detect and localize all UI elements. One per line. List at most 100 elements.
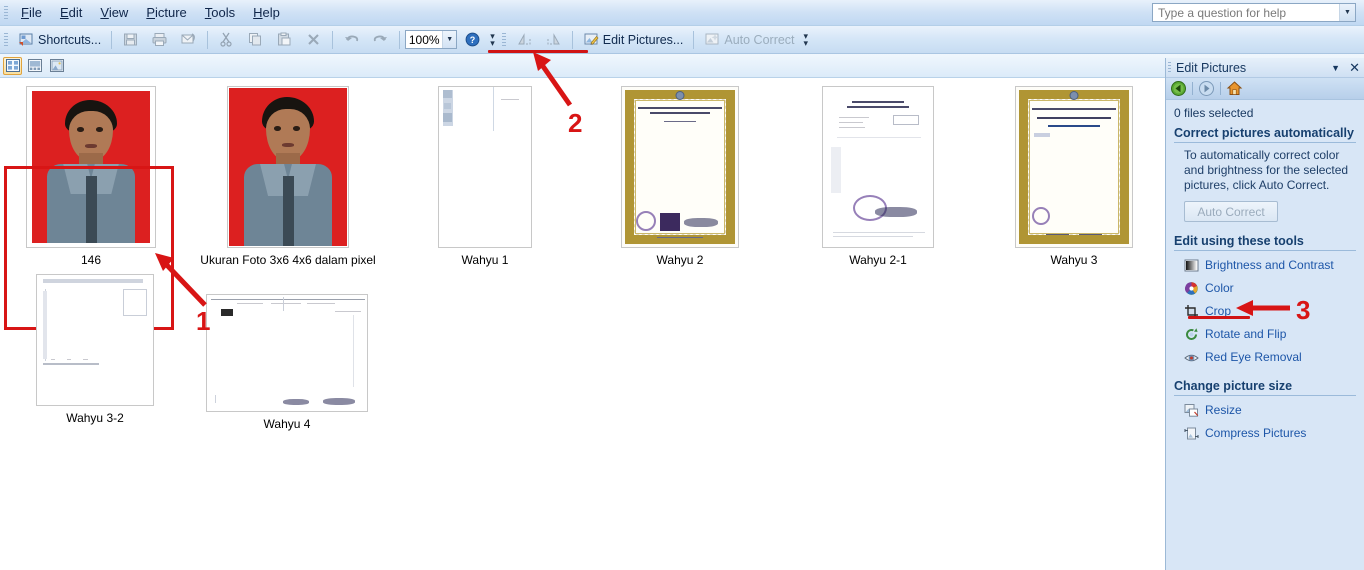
tool-compress-pictures[interactable]: Compress Pictures — [1184, 424, 1356, 442]
thumbnail-image — [36, 274, 154, 406]
home-icon[interactable] — [1225, 79, 1244, 98]
delete-icon — [305, 31, 322, 48]
thumbnail-view-button[interactable] — [3, 56, 22, 75]
list-item-label: Wahyu 2 — [656, 253, 704, 267]
edit-pictures-button[interactable]: Edit Pictures... — [578, 29, 689, 51]
rotate-right-button[interactable] — [540, 29, 567, 51]
tool-rotate-and-flip[interactable]: Rotate and Flip — [1184, 325, 1356, 343]
menu-tools[interactable]: Tools — [196, 2, 244, 23]
task-pane-dropdown-icon[interactable]: ▼ — [1331, 63, 1340, 73]
list-item[interactable]: Wahyu 3 — [1004, 86, 1144, 267]
auto-correct-button[interactable]: Auto Correct — [699, 29, 799, 51]
tool-brightness-and-contrast[interactable]: Brightness and Contrast — [1184, 256, 1356, 274]
section-correct-pictures: Correct pictures automatically — [1174, 126, 1356, 143]
task-pane-nav — [1166, 78, 1364, 100]
filmstrip-view-button[interactable] — [25, 57, 44, 75]
undo-icon — [343, 31, 360, 48]
list-item[interactable]: 146 — [6, 86, 176, 267]
list-item[interactable]: Wahyu 3-2 — [14, 274, 176, 425]
task-pane-title: Edit Pictures — [1176, 60, 1247, 75]
section-edit-tools: Edit using these tools — [1174, 234, 1356, 251]
toolbar-overflow-2[interactable]: ▾ ▾ — [801, 31, 812, 47]
list-item-label: Wahyu 3-2 — [66, 411, 124, 425]
nav-separator-1 — [1192, 82, 1193, 95]
close-icon[interactable]: ✕ — [1349, 61, 1360, 74]
paste-button[interactable] — [271, 29, 298, 51]
single-picture-view-icon — [49, 59, 64, 72]
rotate-right-icon — [545, 31, 562, 48]
svg-text:?: ? — [470, 35, 476, 45]
shortcuts-icon — [18, 31, 35, 48]
nav-separator-2 — [1220, 82, 1221, 95]
forward-icon[interactable] — [1197, 79, 1216, 98]
shortcuts-label: Shortcuts... — [38, 32, 102, 47]
zoom-dropdown-icon[interactable]: ▼ — [442, 31, 457, 48]
annotation-number-2: 2 — [568, 108, 583, 138]
delete-button[interactable] — [300, 29, 327, 51]
view-mode-bar — [0, 54, 1364, 78]
print-icon — [151, 31, 168, 48]
list-item-label: 146 — [80, 253, 102, 267]
toolbar-separator-6 — [693, 30, 695, 49]
thumbnail-view-icon — [5, 59, 20, 72]
thumbnail-grid[interactable]: 146 Ukuran Foto 3x6 4x6 dalam pixel Wahy… — [0, 78, 1165, 570]
single-picture-view-button[interactable] — [47, 57, 66, 75]
portrait-photo-146 — [32, 91, 150, 243]
color-wheel-icon — [1184, 281, 1199, 296]
tool-resize[interactable]: Resize — [1184, 401, 1356, 419]
list-item[interactable]: Wahyu 2 — [610, 86, 750, 267]
undo-button[interactable] — [338, 29, 365, 51]
zoom-combobox[interactable]: 100% ▼ — [405, 30, 458, 49]
thumbnail-image — [822, 86, 934, 248]
form-wahyu3-2 — [37, 275, 153, 405]
shortcuts-button[interactable]: Shortcuts... — [13, 29, 106, 51]
cut-button[interactable] — [213, 29, 240, 51]
annotation-number-1: 1 — [196, 306, 211, 336]
thumbnail-image — [206, 294, 368, 412]
tool-color[interactable]: Color — [1184, 279, 1356, 297]
letter-wahyu2-1 — [823, 87, 933, 247]
task-pane-header: Edit Pictures ▼ ✕ — [1166, 58, 1364, 78]
save-button[interactable] — [117, 29, 144, 51]
list-item-label: Wahyu 3 — [1050, 253, 1098, 267]
toolbar-separator-5 — [571, 30, 573, 49]
tool-red-eye-removal[interactable]: Red Eye Removal — [1184, 348, 1356, 366]
rotate-left-button[interactable] — [511, 29, 538, 51]
red-eye-icon — [1184, 350, 1199, 365]
menu-file[interactable]: File — [12, 2, 51, 23]
certificate-wahyu2 — [622, 87, 738, 247]
list-item[interactable]: Wahyu 1 — [415, 86, 555, 267]
list-item[interactable]: Wahyu 2-1 — [808, 86, 948, 267]
menu-grip — [4, 5, 8, 20]
toolbar-grip-2 — [501, 32, 506, 47]
redo-button[interactable] — [367, 29, 394, 51]
resize-icon — [1184, 403, 1199, 418]
thumbnail-image — [621, 86, 739, 248]
list-item-label: Wahyu 1 — [461, 253, 509, 267]
menu-picture[interactable]: Picture — [137, 2, 195, 23]
menu-help[interactable]: Help — [244, 2, 289, 23]
copy-button[interactable] — [242, 29, 269, 51]
back-icon[interactable] — [1169, 79, 1188, 98]
main-toolbar: Shortcuts... 100% ▼ ? ▾ ▾ Edit Pictures.… — [0, 26, 1364, 54]
help-button[interactable]: ? — [459, 29, 486, 51]
certificate-wahyu3 — [1016, 87, 1132, 247]
help-search-dropdown-icon[interactable]: ▼ — [1339, 4, 1355, 21]
toolbar-separator-2 — [207, 30, 209, 49]
task-pane-body: 0 files selected Correct pictures automa… — [1166, 100, 1364, 442]
list-item[interactable]: Wahyu 4 — [198, 294, 376, 431]
toolbar-overflow-1[interactable]: ▾ ▾ — [487, 31, 498, 47]
help-search-box[interactable]: Type a question for help ▼ — [1152, 3, 1356, 22]
list-item[interactable]: Ukuran Foto 3x6 4x6 dalam pixel — [190, 86, 386, 267]
auto-correct-pane-button[interactable]: Auto Correct — [1184, 201, 1278, 222]
menu-view[interactable]: View — [91, 2, 137, 23]
section-change-picture-size: Change picture size — [1174, 379, 1356, 396]
menu-edit[interactable]: Edit — [51, 2, 91, 23]
toolbar-grip-1 — [4, 32, 8, 47]
list-item-label: Wahyu 4 — [263, 417, 311, 431]
print-button[interactable] — [146, 29, 173, 51]
scanned-page-wahyu1 — [439, 87, 531, 247]
email-button[interactable] — [175, 29, 202, 51]
filmstrip-view-icon — [27, 59, 42, 72]
portrait-photo-ukuran — [229, 88, 347, 246]
